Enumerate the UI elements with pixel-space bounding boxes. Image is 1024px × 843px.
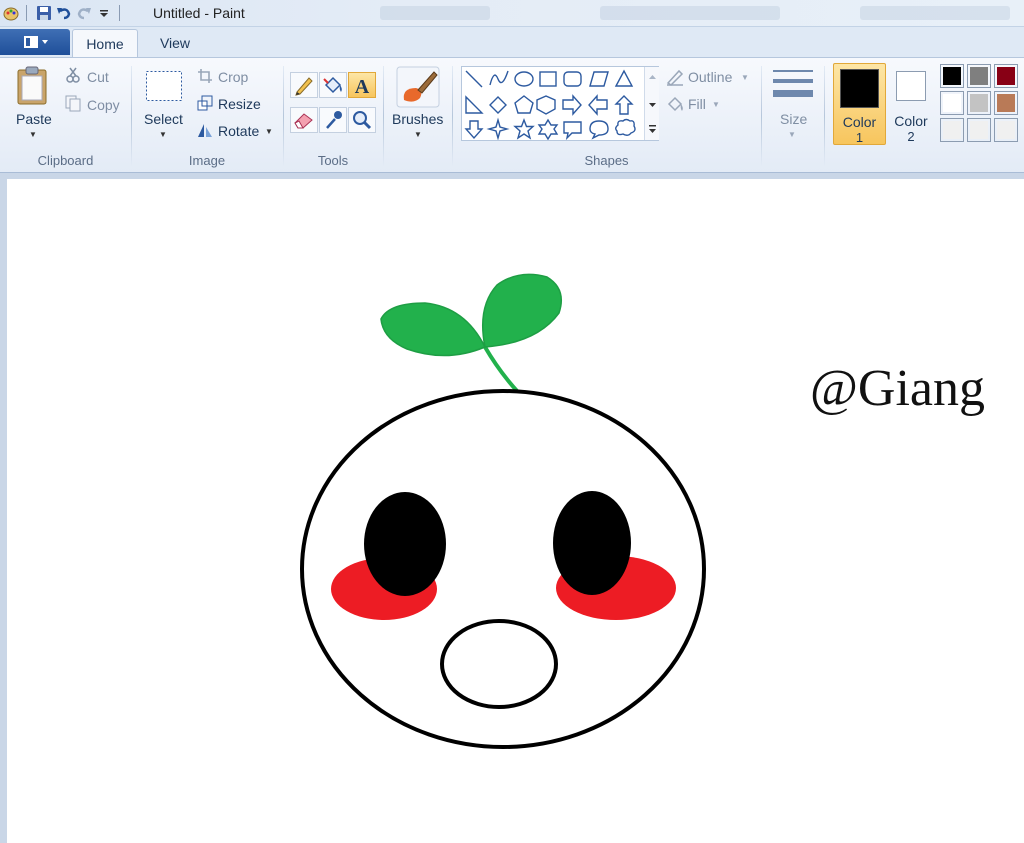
copy-icon (64, 94, 82, 115)
shapes-gallery-icons (464, 69, 636, 141)
palette-swatch[interactable] (967, 91, 991, 115)
copy-button[interactable]: Copy (87, 97, 120, 113)
color1-number: 1 (855, 130, 864, 145)
paste-button[interactable] (14, 66, 52, 109)
eraser-icon (294, 113, 313, 129)
palette-swatch[interactable] (940, 118, 964, 142)
size-label: Size (780, 111, 808, 127)
save-icon[interactable] (35, 4, 53, 22)
brushes-button[interactable] (396, 66, 440, 111)
cartoon-face-drawing (300, 273, 706, 749)
select-rectangle-icon (146, 71, 182, 101)
fill-dropdown-caret[interactable]: ▼ (712, 100, 720, 109)
sprout-stem (483, 345, 519, 393)
ribbon-tabs: Home View (0, 27, 1024, 57)
color2-swatch (896, 71, 926, 101)
cut-button[interactable]: Cut (87, 69, 109, 85)
file-menu-icon (24, 36, 48, 48)
text-a-icon: A (355, 76, 370, 98)
crop-icon (197, 68, 213, 87)
right-eye (553, 491, 631, 595)
color1-label: Color (842, 114, 877, 130)
color1-swatch (840, 69, 879, 108)
clipboard-group-label: Clipboard (37, 153, 94, 168)
palette-swatch[interactable] (994, 91, 1018, 115)
fill-tool[interactable] (319, 72, 347, 98)
left-eye (364, 492, 446, 596)
title-bar: Untitled - Paint (0, 0, 1024, 27)
size-dropdown-caret[interactable]: ▼ (788, 130, 796, 139)
background-tab-ghost (600, 6, 780, 20)
magnifier-tool[interactable] (348, 107, 376, 133)
rotate-icon (196, 122, 214, 141)
file-menu-button[interactable] (0, 29, 70, 55)
rotate-button[interactable]: Rotate (218, 123, 259, 139)
image-group-label: Image (188, 153, 226, 168)
select-button[interactable] (145, 70, 183, 105)
clipboard-icon (17, 66, 47, 105)
color1-button[interactable]: Color 1 (833, 63, 886, 145)
customize-toolbar-icon[interactable] (95, 4, 113, 22)
cut-icon (66, 67, 80, 86)
eyedropper-icon (326, 111, 342, 129)
magnifier-icon (353, 111, 372, 130)
brush-icon (396, 66, 440, 108)
crop-button[interactable]: Crop (218, 69, 248, 85)
palette-swatch[interactable] (940, 64, 964, 88)
select-dropdown-caret[interactable]: ▼ (159, 130, 167, 139)
color-picker-tool[interactable] (319, 107, 347, 133)
tools-group-label: Tools (317, 153, 349, 168)
background-tab-ghost (860, 6, 1010, 20)
background-tab-ghost (380, 6, 490, 20)
redo-icon[interactable] (75, 4, 93, 22)
palette-swatch[interactable] (967, 64, 991, 88)
paste-dropdown-caret[interactable]: ▼ (29, 130, 37, 139)
quick-access-toolbar (0, 3, 126, 23)
text-tool[interactable]: A (348, 72, 376, 98)
tab-home[interactable]: Home (72, 29, 138, 57)
paint-app-icon[interactable] (2, 4, 20, 22)
palette-swatch[interactable] (940, 91, 964, 115)
color2-label: Color (894, 113, 928, 129)
pencil-tool[interactable] (290, 72, 318, 98)
canvas-workspace: @Giang (0, 173, 1024, 843)
sprout-right-leaf (482, 273, 562, 348)
tab-view[interactable]: View (145, 29, 205, 57)
select-label: Select (144, 111, 183, 127)
svg-text:A: A (355, 76, 370, 97)
shapes-group-label: Shapes (584, 153, 629, 168)
paste-label: Paste (16, 111, 52, 127)
outline-button[interactable]: Outline (688, 69, 732, 85)
rotate-dropdown-caret[interactable]: ▼ (265, 127, 273, 136)
resize-button[interactable]: Resize (218, 96, 261, 112)
brushes-label: Brushes (392, 111, 444, 127)
fill-button[interactable]: Fill (688, 96, 706, 112)
palette-swatch[interactable] (967, 118, 991, 142)
size-button[interactable] (772, 68, 814, 105)
fill-bucket-icon (323, 76, 342, 94)
color2-button[interactable]: Color 2 (888, 63, 934, 145)
resize-icon (197, 95, 213, 114)
outline-dropdown-caret[interactable]: ▼ (741, 73, 749, 82)
brushes-dropdown-caret[interactable]: ▼ (414, 130, 422, 139)
fill-icon (665, 95, 685, 116)
shapes-gallery[interactable] (461, 66, 659, 141)
window-title: Untitled - Paint (153, 5, 245, 21)
shapes-gallery-scrollbar[interactable] (644, 67, 659, 140)
sprout-left-leaf (380, 302, 487, 357)
canvas-signature-text: @Giang (810, 360, 985, 417)
eraser-tool[interactable] (290, 107, 318, 133)
color2-number: 2 (907, 129, 915, 144)
undo-icon[interactable] (55, 4, 73, 22)
outline-icon (665, 68, 685, 89)
ribbon: Paste ▼ Cut Copy Clipboard Select ▼ Crop… (0, 57, 1024, 173)
gallery-scroll-arrows-icon (649, 75, 656, 133)
palette-swatch[interactable] (994, 64, 1018, 88)
line-size-icon (773, 70, 813, 97)
mouth (440, 619, 558, 709)
drawing-canvas[interactable]: @Giang (7, 179, 1024, 843)
palette-swatch[interactable] (994, 118, 1018, 142)
pencil-icon (295, 77, 313, 96)
